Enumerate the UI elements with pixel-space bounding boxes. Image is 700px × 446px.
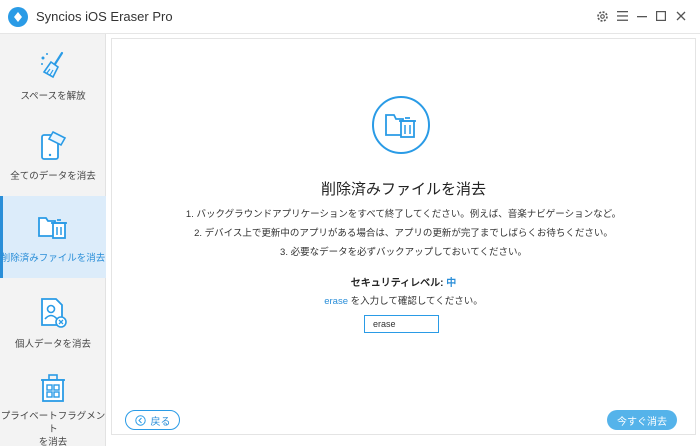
erase-now-button-label: 今すぐ消去 xyxy=(617,416,667,428)
erase-now-button[interactable]: 今すぐ消去 xyxy=(607,410,677,430)
sidebar-item-erase-deleted-files[interactable]: 削除済みファイルを消去 xyxy=(0,196,106,278)
security-level: セキュリティレベル: 中 xyxy=(107,274,700,289)
sidebar-item-label: 削除済みファイルを消去 xyxy=(0,253,106,264)
main-content: 削除済みファイルを消去 1. バックグラウンドアプリケーションをすべて終了してく… xyxy=(107,34,700,446)
settings-gear-icon[interactable] xyxy=(594,8,610,24)
sidebar: スペースを解放 全てのデータを消去 削除済みファイルを消去 個人データを消去 プ… xyxy=(0,34,106,446)
instruction-1: 1. バックグラウンドアプリケーションをすべて終了してください。例えば、音楽ナビ… xyxy=(185,209,622,220)
phone-eraser-icon xyxy=(36,128,70,162)
minimize-icon[interactable] xyxy=(634,8,650,24)
sidebar-item-erase-personal-data[interactable]: 個人データを消去 xyxy=(0,296,106,378)
page-title: 削除済みファイルを消去 xyxy=(320,181,486,198)
app-title: Syncios iOS Eraser Pro xyxy=(36,9,173,24)
sidebar-label-line1: プライベートフラグメント xyxy=(0,411,106,435)
sidebar-item-label: スペースを解放 xyxy=(20,91,86,102)
back-button[interactable]: 戻る xyxy=(125,410,180,430)
security-level-value[interactable]: 中 xyxy=(446,278,456,289)
fragment-trash-icon xyxy=(36,372,70,404)
active-indicator xyxy=(0,196,3,278)
folder-trash-icon xyxy=(372,96,430,154)
close-icon[interactable] xyxy=(673,8,689,24)
sidebar-item-label: プライベートフラグメント を消去 xyxy=(0,410,106,446)
sidebar-item-label: 全てのデータを消去 xyxy=(10,171,96,182)
back-arrow-icon xyxy=(134,414,146,426)
sidebar-item-label: 個人データを消去 xyxy=(14,339,91,350)
sidebar-item-erase-private-fragments[interactable]: プライベートフラグメント を消去 xyxy=(0,372,106,446)
maximize-icon[interactable] xyxy=(653,8,669,24)
security-level-label: セキュリティレベル: xyxy=(350,278,447,289)
erase-confirm-input[interactable] xyxy=(364,315,439,333)
confirm-instruction: erase を入力して確認してください。 xyxy=(107,293,700,307)
instruction-2: 2. デバイス上で更新中のアプリがある場合は、アプリの更新が完了までしばらくお待… xyxy=(194,228,613,239)
broom-icon xyxy=(36,48,70,82)
instruction-3: 3. 必要なデータを必ずバックアップしておいてください。 xyxy=(280,247,527,258)
folder-trash-icon xyxy=(36,210,70,244)
confirm-text: を入力して確認してください。 xyxy=(347,296,483,307)
title-bar: Syncios iOS Eraser Pro xyxy=(0,0,700,34)
sidebar-item-free-space[interactable]: スペースを解放 xyxy=(0,48,106,120)
back-button-label: 戻る xyxy=(150,416,171,428)
app-logo-icon xyxy=(8,7,28,27)
sidebar-label-line2: を消去 xyxy=(38,437,68,446)
menu-icon[interactable] xyxy=(614,8,630,24)
confirm-keyword: erase xyxy=(324,296,348,307)
person-document-icon xyxy=(36,296,70,330)
